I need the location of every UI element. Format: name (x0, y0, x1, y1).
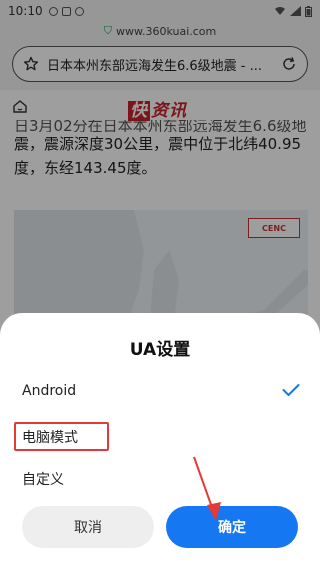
option-custom[interactable]: 自定义 (22, 469, 64, 489)
dialog-title: UA设置 (129, 340, 191, 360)
cancel-button[interactable]: 取消 (22, 506, 154, 548)
ua-settings-dialog: UA设置 Android 电脑模式 自定义 取消 确定 (0, 313, 320, 569)
check-icon (282, 384, 300, 396)
pointer-arrow-icon (193, 456, 221, 521)
confirm-button[interactable]: 确定 (166, 506, 298, 548)
option-pc-mode[interactable]: 电脑模式 (22, 427, 78, 447)
option-android[interactable]: Android (22, 383, 76, 399)
